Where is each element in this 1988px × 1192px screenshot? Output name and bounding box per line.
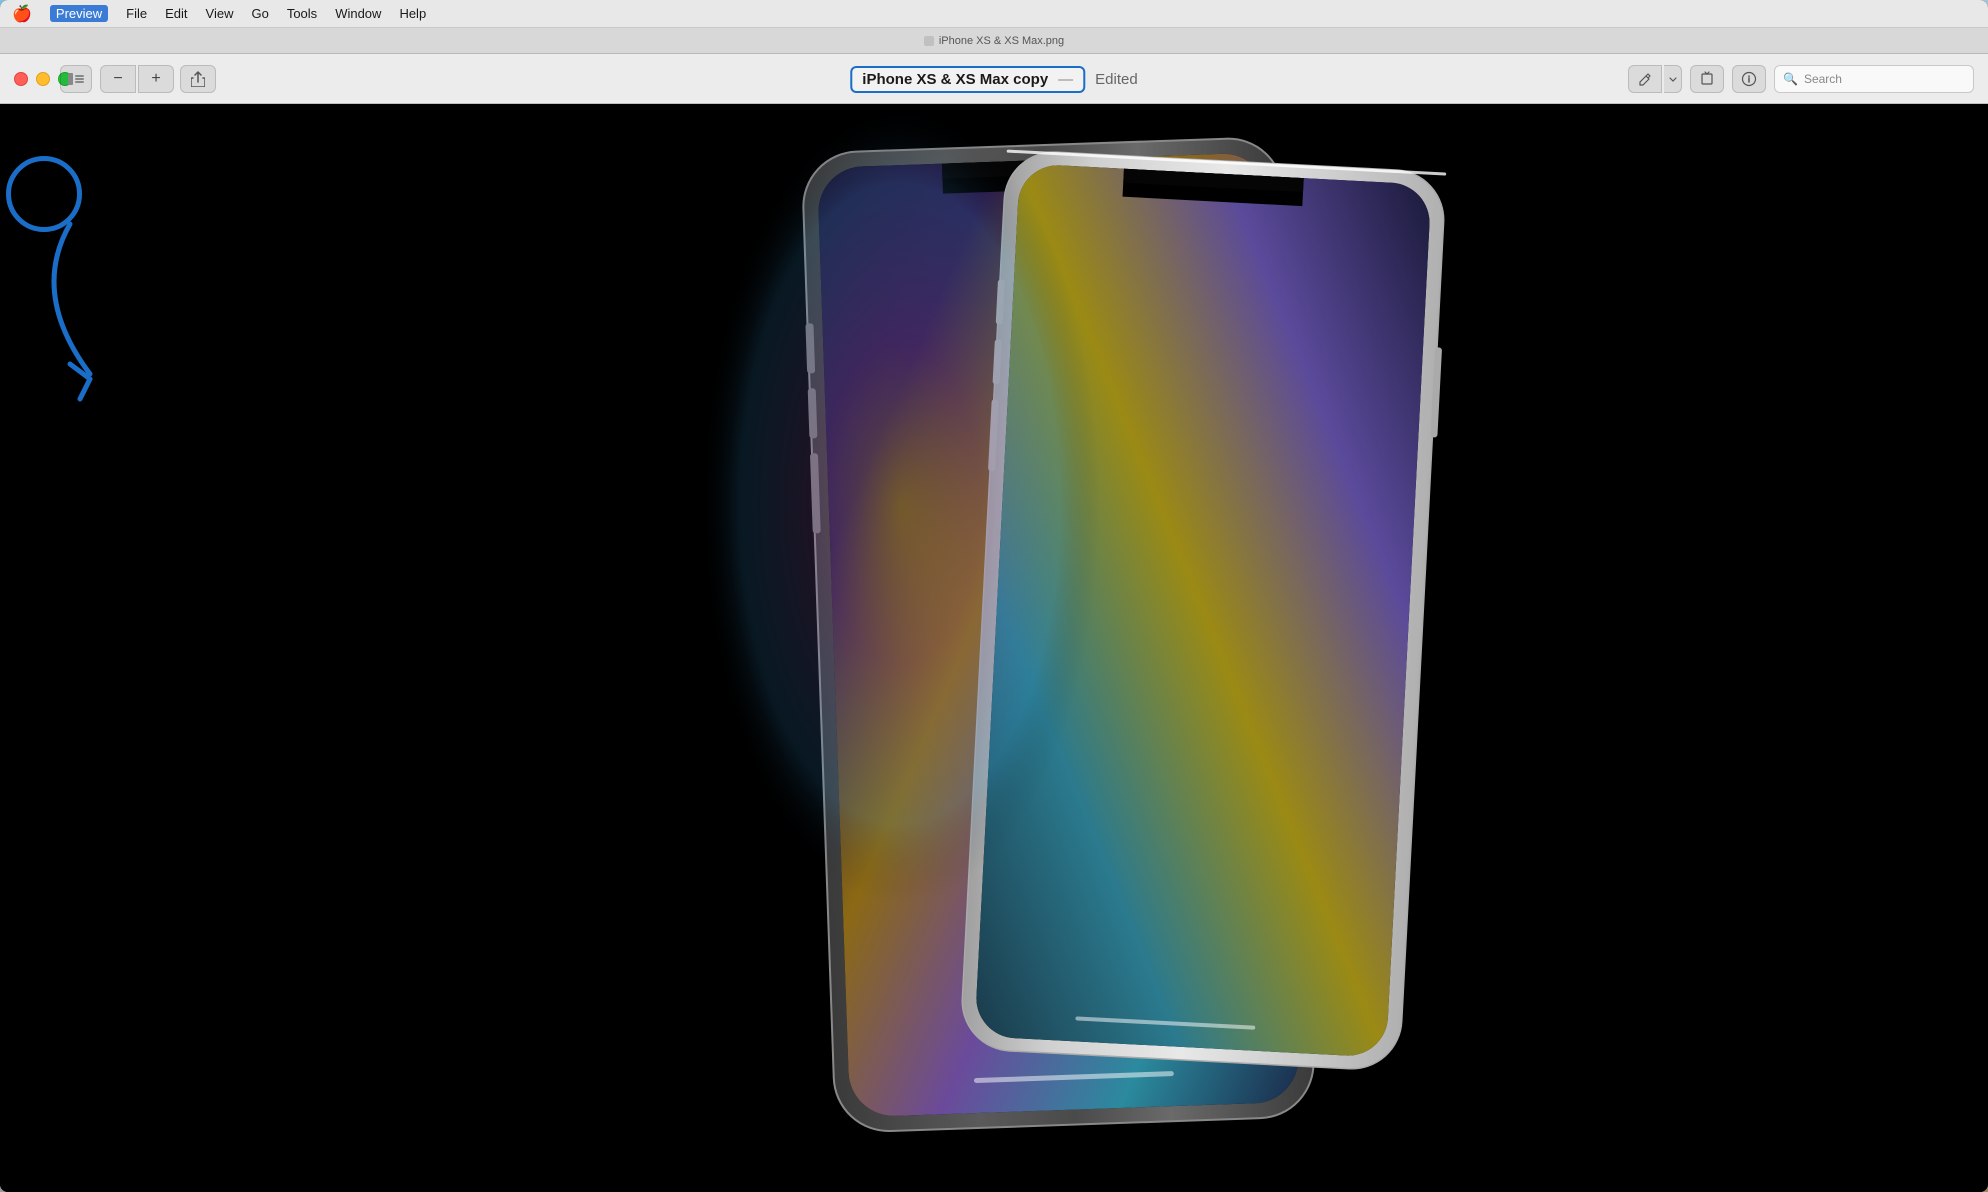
menu-help[interactable]: Help bbox=[399, 6, 426, 21]
file-title: iPhone XS & XS Max copy bbox=[862, 71, 1048, 88]
sidebar-toggle-area bbox=[60, 54, 92, 104]
iphone-image bbox=[0, 104, 1988, 1192]
menu-bar: 🍎 Preview File Edit View Go Tools Window… bbox=[0, 0, 1988, 28]
sidebar-toggle-button[interactable] bbox=[60, 65, 92, 93]
menu-preview[interactable]: Preview bbox=[50, 5, 108, 22]
menu-view[interactable]: View bbox=[206, 6, 234, 21]
toolbar: iPhone XS & XS Max.png − bbox=[0, 28, 1988, 104]
title-separator: — bbox=[1058, 71, 1073, 88]
edited-status: Edited bbox=[1095, 71, 1138, 88]
search-icon: 🔍 bbox=[1783, 72, 1798, 86]
tab-bar: iPhone XS & XS Max.png bbox=[0, 28, 1988, 54]
minimize-button[interactable] bbox=[36, 72, 50, 86]
menu-edit[interactable]: Edit bbox=[165, 6, 187, 21]
markup-chevron-button[interactable] bbox=[1664, 65, 1682, 93]
rotate-button[interactable] bbox=[1690, 65, 1724, 93]
zoom-in-button[interactable]: + bbox=[138, 65, 174, 93]
zoom-in-icon: + bbox=[151, 70, 160, 88]
title-area: iPhone XS & XS Max copy — Edited bbox=[850, 54, 1137, 104]
menu-tools[interactable]: Tools bbox=[287, 6, 317, 21]
file-title-box[interactable]: iPhone XS & XS Max copy — bbox=[850, 66, 1085, 93]
main-content bbox=[0, 104, 1988, 1192]
zoom-out-icon: − bbox=[113, 70, 122, 88]
file-tab[interactable]: iPhone XS & XS Max.png bbox=[910, 33, 1078, 49]
menu-file[interactable]: File bbox=[126, 6, 147, 21]
search-field[interactable]: 🔍 Search bbox=[1774, 65, 1974, 93]
menu-window[interactable]: Window bbox=[335, 6, 381, 21]
inspector-button[interactable] bbox=[1732, 65, 1766, 93]
markup-button[interactable] bbox=[1628, 65, 1662, 93]
apple-menu[interactable]: 🍎 bbox=[12, 4, 32, 24]
zoom-controls: − + bbox=[100, 54, 174, 104]
menu-go[interactable]: Go bbox=[251, 6, 268, 21]
app-window: 🍎 Preview File Edit View Go Tools Window… bbox=[0, 0, 1988, 1192]
right-toolbar: 🔍 Search bbox=[1628, 54, 1974, 104]
search-placeholder: Search bbox=[1804, 72, 1842, 86]
close-button[interactable] bbox=[14, 72, 28, 86]
share-area bbox=[180, 54, 216, 104]
markup-group bbox=[1628, 65, 1682, 93]
file-tab-label: iPhone XS & XS Max.png bbox=[939, 35, 1064, 47]
file-tab-icon bbox=[924, 36, 934, 46]
zoom-out-button[interactable]: − bbox=[100, 65, 136, 93]
share-button[interactable] bbox=[180, 65, 216, 93]
